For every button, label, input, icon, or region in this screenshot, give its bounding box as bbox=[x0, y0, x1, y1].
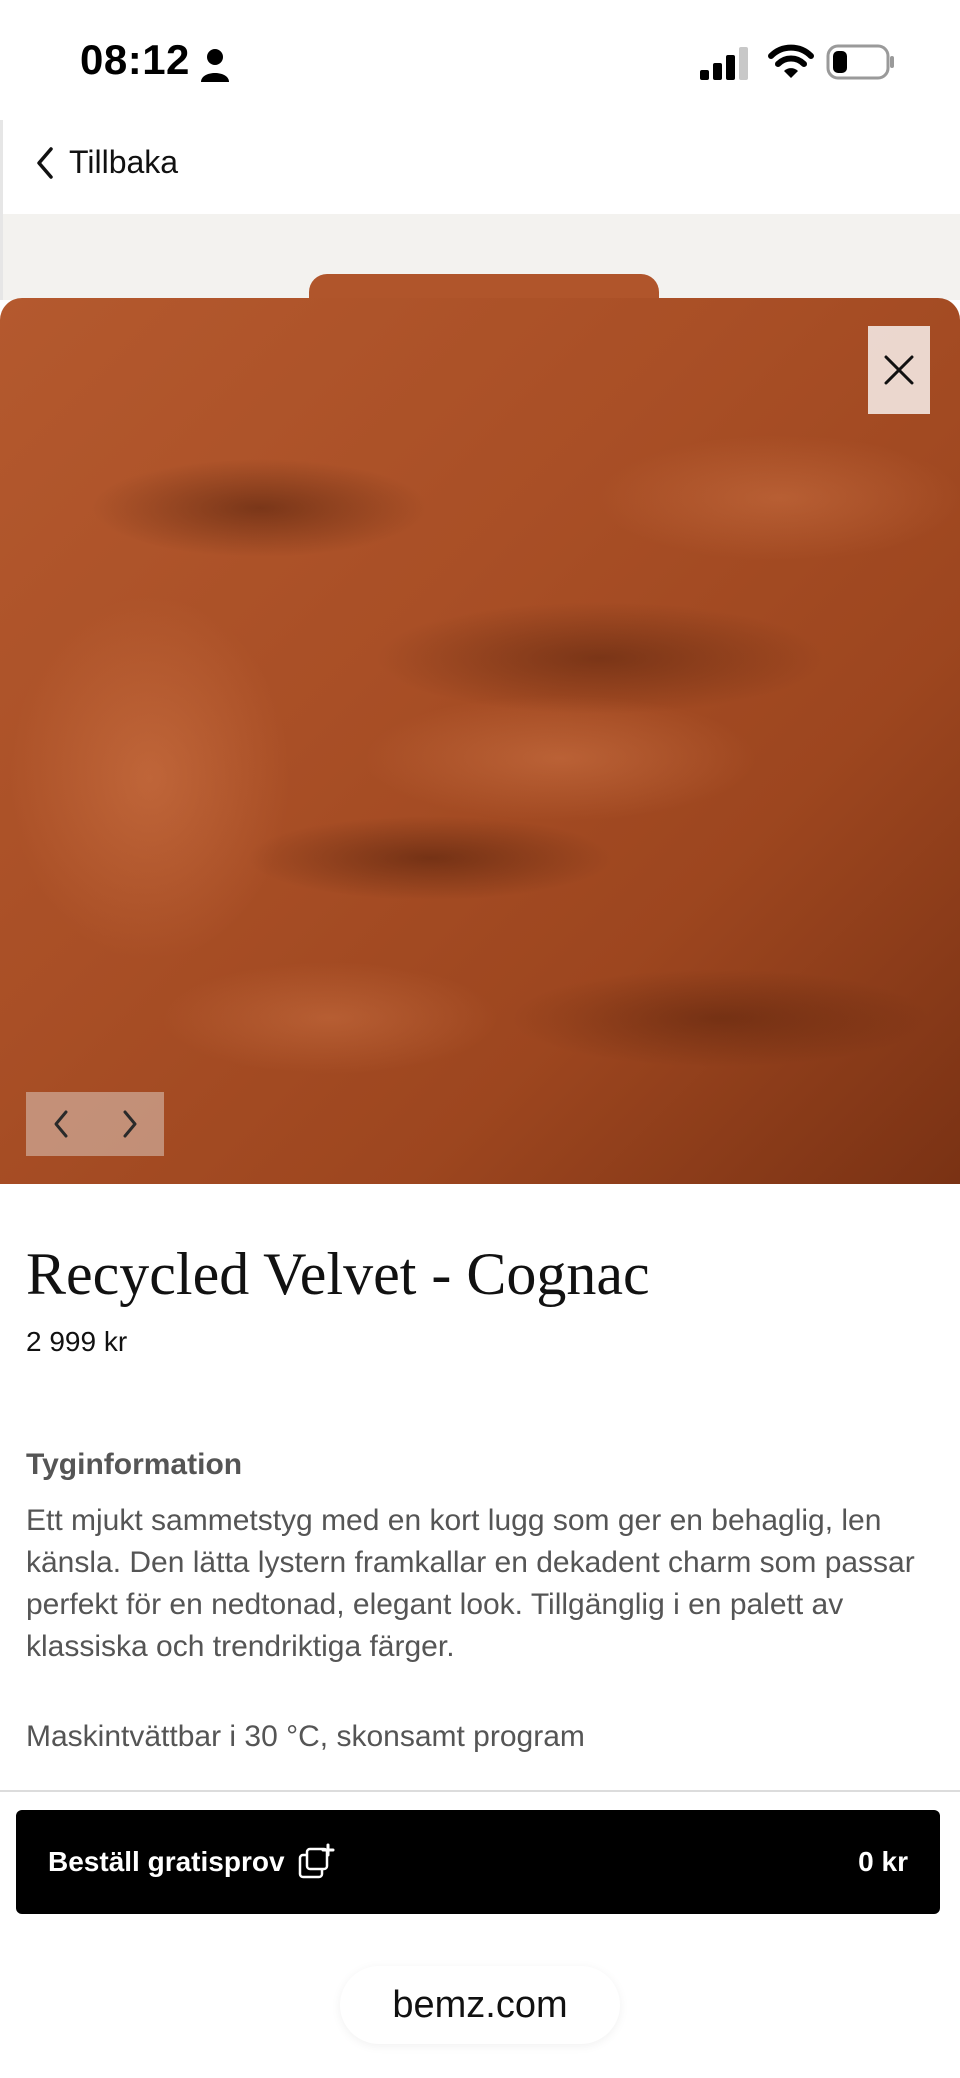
person-icon bbox=[201, 49, 229, 82]
product-title: Recycled Velvet - Cognac bbox=[26, 1241, 650, 1307]
next-image-button[interactable] bbox=[110, 1099, 150, 1149]
chevron-right-icon bbox=[123, 1110, 136, 1138]
fabric-image bbox=[0, 298, 960, 1184]
fabric-description: Ett mjukt sammetstyg med en kort lugg so… bbox=[26, 1504, 915, 1663]
status-time: 08:12 bbox=[80, 36, 190, 83]
back-button[interactable]: Tillbaka bbox=[31, 144, 178, 181]
browser-url-bar[interactable]: bemz.com bbox=[340, 1966, 620, 2044]
background-product-image bbox=[0, 214, 960, 304]
battery-icon bbox=[826, 44, 894, 80]
chevron-left-icon bbox=[54, 1110, 67, 1138]
status-bar: 08:12 bbox=[0, 0, 960, 120]
image-gallery-nav bbox=[26, 1092, 164, 1156]
sample-price: 0 kr bbox=[858, 1846, 908, 1877]
care-instructions: Maskintvättbar i 30 °C, skonsamt program bbox=[26, 1720, 585, 1753]
close-button[interactable] bbox=[868, 326, 930, 414]
signal-icon bbox=[700, 47, 748, 80]
wifi-icon bbox=[768, 44, 814, 78]
fabric-detail-sheet: Recycled Velvet - Cognac 2 999 kr Tyginf… bbox=[0, 298, 960, 2078]
order-free-sample-button[interactable]: Beställ gratisprov 0 kr bbox=[16, 1810, 940, 1914]
order-sample-label: Beställ gratisprov bbox=[48, 1846, 285, 1877]
previous-image-button[interactable] bbox=[41, 1099, 81, 1149]
close-icon bbox=[884, 355, 914, 385]
product-price: 2 999 kr bbox=[26, 1326, 128, 1357]
add-sample-icon bbox=[298, 1843, 335, 1879]
nav-bar: Tillbaka bbox=[0, 120, 960, 214]
back-label: Tillbaka bbox=[69, 144, 179, 180]
chevron-left-icon bbox=[37, 146, 53, 179]
divider bbox=[0, 1790, 960, 1792]
fabric-info-heading: Tyginformation bbox=[26, 1448, 243, 1481]
